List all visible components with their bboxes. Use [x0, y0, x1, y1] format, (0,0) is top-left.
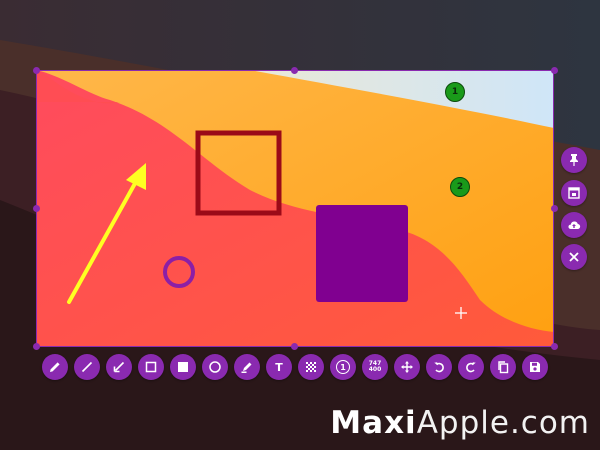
purple-filled-rectangle[interactable]	[316, 205, 408, 302]
blur-icon	[306, 362, 316, 372]
upload-cloud-button[interactable]	[561, 212, 587, 238]
circle-tool-button[interactable]	[202, 354, 228, 380]
open-window-icon	[568, 187, 580, 199]
copy-icon	[498, 361, 509, 374]
counter-tool-button[interactable]: 1	[330, 354, 356, 380]
close-icon	[569, 252, 579, 262]
text-icon: T	[275, 360, 283, 374]
pencil-tool-button[interactable]	[42, 354, 68, 380]
annotation-layer	[67, 130, 467, 319]
save-button[interactable]	[522, 354, 548, 380]
arrow-tool-button[interactable]	[106, 354, 132, 380]
circle-icon	[209, 361, 221, 373]
move-icon	[401, 361, 413, 373]
rectangle-outline-icon	[145, 361, 157, 373]
counter-badge-1[interactable]: 1	[445, 82, 465, 102]
blur-tool-button[interactable]	[298, 354, 324, 380]
undo-icon	[434, 362, 444, 373]
counter-badge-2[interactable]: 2	[450, 177, 470, 197]
redo-icon	[466, 362, 476, 373]
purple-circle-outline[interactable]	[163, 256, 195, 288]
red-rectangle-outline[interactable]	[195, 130, 282, 216]
pin-icon	[570, 154, 578, 166]
pencil-icon	[50, 362, 60, 372]
site-watermark: MaxiApple.com	[330, 405, 590, 441]
save-icon	[530, 362, 540, 372]
cloud-upload-icon	[568, 221, 581, 230]
watermark-apple: Apple	[416, 405, 510, 441]
counter-icon: 1	[336, 360, 350, 374]
copy-button[interactable]	[490, 354, 516, 380]
watermark-suffix: .com	[509, 405, 590, 441]
rectangle-filled-icon	[178, 362, 188, 372]
yellow-arrow[interactable]	[67, 163, 146, 304]
watermark-maxi: Maxi	[330, 405, 417, 441]
marker-icon	[241, 362, 252, 373]
open-window-button[interactable]	[561, 180, 587, 206]
marker-tool-button[interactable]	[234, 354, 260, 380]
redo-button[interactable]	[458, 354, 484, 380]
move-tool-button[interactable]	[394, 354, 420, 380]
crosshair-cursor-icon	[455, 307, 467, 319]
pin-button[interactable]	[561, 147, 587, 173]
close-button[interactable]	[561, 244, 587, 270]
text-tool-button[interactable]: T	[266, 354, 292, 380]
line-tool-button[interactable]	[74, 354, 100, 380]
line-icon	[81, 361, 93, 373]
rectangle-outline-tool-button[interactable]	[138, 354, 164, 380]
resolution-display-button[interactable]: 747 400	[362, 354, 388, 380]
undo-button[interactable]	[426, 354, 452, 380]
resolution-icon: 747 400	[369, 361, 382, 373]
arrow-icon	[113, 361, 125, 373]
capture-height: 400	[368, 366, 382, 373]
rectangle-filled-tool-button[interactable]	[170, 354, 196, 380]
